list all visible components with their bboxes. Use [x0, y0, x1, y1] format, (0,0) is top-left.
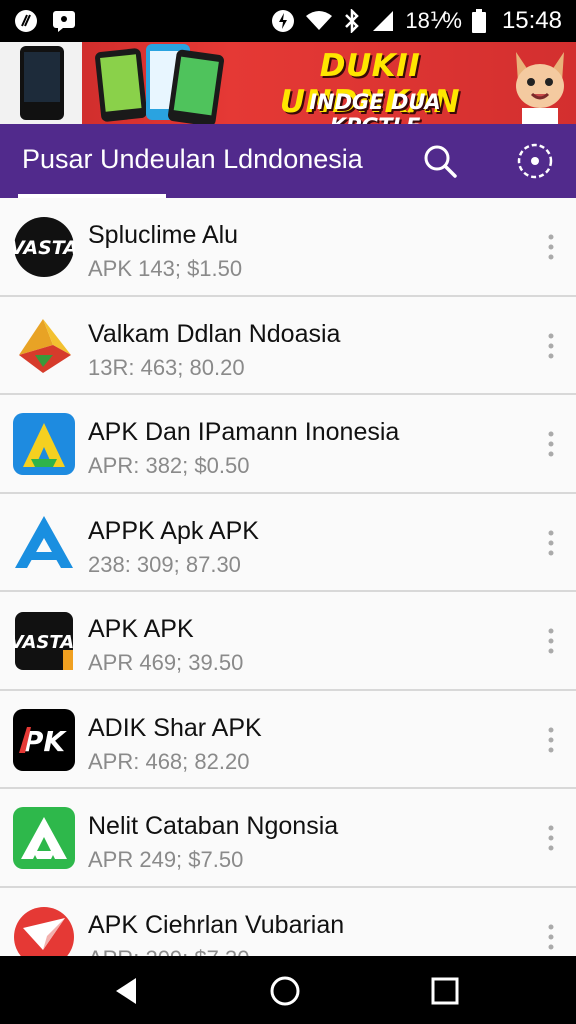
cat-mascot-icon: [516, 52, 564, 124]
app-list[interactable]: VASTA Spluclime Alu APK 143; $1.50 Valka…: [0, 198, 576, 956]
app-meta: APR 469; 39.50: [88, 650, 244, 675]
more-vert-icon[interactable]: [544, 528, 558, 558]
list-item[interactable]: PK ADIK Shar APK APR: 468; 82.20: [0, 690, 576, 789]
list-item[interactable]: APK Dan IPamann Inonesia APR: 382; $0.50: [0, 395, 576, 494]
app-name: APK Ciehrlan Vubarian: [88, 910, 345, 939]
app-meta: APR: 209; $7.30: [88, 946, 249, 957]
settings-icon[interactable]: [515, 141, 555, 181]
list-item[interactable]: VASTA APK APK APR 469; 39.50: [0, 592, 576, 691]
svg-text:VASTA: VASTA: [13, 632, 74, 653]
signal-icon: [373, 11, 394, 31]
app-name: APPK Apk APK: [88, 516, 259, 545]
battery-percent: 18⅟%: [405, 8, 462, 33]
green-a-logo-icon: [13, 807, 75, 869]
battery-icon: [471, 9, 486, 33]
message-icon: [53, 11, 75, 32]
list-item[interactable]: APPK Apk APK 238: 309; 87.30: [0, 493, 576, 592]
search-icon[interactable]: [420, 141, 460, 181]
list-item[interactable]: Nelit Cataban Ngonsia APR 249; $7.50: [0, 789, 576, 888]
blue-a-logo-icon: [15, 515, 73, 568]
home-icon[interactable]: [268, 974, 302, 1008]
app-name: Nelit Cataban Ngonsia: [88, 812, 339, 840]
app-name: Valkam Ddlan Ndoasia: [88, 319, 341, 348]
app-name: APK APK: [88, 615, 194, 643]
more-vert-icon[interactable]: [544, 331, 558, 361]
app-meta: 238: 309; 87.30: [88, 551, 241, 577]
app-name: ADIK Shar APK: [88, 713, 262, 742]
navigation-bar: [0, 956, 576, 1024]
banner-subtitle: INDGE DUA KPGTLE: [309, 90, 441, 124]
wifi-icon: [306, 11, 333, 30]
phones-illustration: [0, 42, 225, 124]
more-vert-icon[interactable]: [544, 725, 558, 755]
svg-text:VASTA: VASTA: [13, 237, 75, 259]
more-vert-icon[interactable]: [544, 429, 558, 459]
ad-banner[interactable]: DUKII UNDNKAN INDGE DUA KPGTLE: [0, 42, 576, 124]
recents-icon[interactable]: [428, 974, 462, 1008]
more-vert-icon[interactable]: [544, 626, 558, 656]
app-notification-icon: [15, 10, 37, 32]
status-bar: 18⅟% 15:48: [0, 0, 576, 42]
list-item[interactable]: Valkam Ddlan Ndoasia 13R: 463; 80.20: [0, 296, 576, 395]
more-vert-icon[interactable]: [544, 922, 558, 952]
back-icon[interactable]: [110, 974, 144, 1008]
app-meta: APR: 382; $0.50: [88, 453, 250, 478]
app-meta: APR 249; $7.50: [88, 847, 244, 872]
app-name: APK Dan IPamann Inonesia: [88, 418, 400, 446]
more-vert-icon[interactable]: [544, 823, 558, 853]
app-bar: Pusar Undeulan Ldndonesia: [0, 124, 576, 198]
apk-logo-icon: PK: [13, 708, 75, 771]
app-meta: 13R: 463; 80.20: [88, 354, 245, 380]
data-saver-icon: [272, 10, 295, 32]
clock: 15:48: [501, 7, 562, 34]
app-meta: APR: 468; 82.20: [88, 748, 250, 774]
page-title: Pusar Undeulan Ldndonesia: [22, 144, 363, 174]
more-vert-icon[interactable]: [544, 232, 558, 262]
triangle-logo-icon: [19, 318, 71, 373]
bluetooth-icon: [345, 9, 360, 33]
a-logo-icon: [13, 413, 75, 475]
list-item[interactable]: VASTA Spluclime Alu APK 143; $1.50: [0, 198, 576, 297]
list-item[interactable]: APK Ciehrlan Vubarian APR: 209; $7.30: [0, 887, 576, 957]
vasta-logo-icon: VASTA: [13, 612, 74, 670]
red-arrow-logo-icon: [14, 906, 74, 956]
vasta-logo-icon: VASTA: [13, 217, 75, 277]
app-name: Spluclime Alu: [88, 221, 239, 249]
app-meta: APK 143; $1.50: [88, 256, 243, 281]
